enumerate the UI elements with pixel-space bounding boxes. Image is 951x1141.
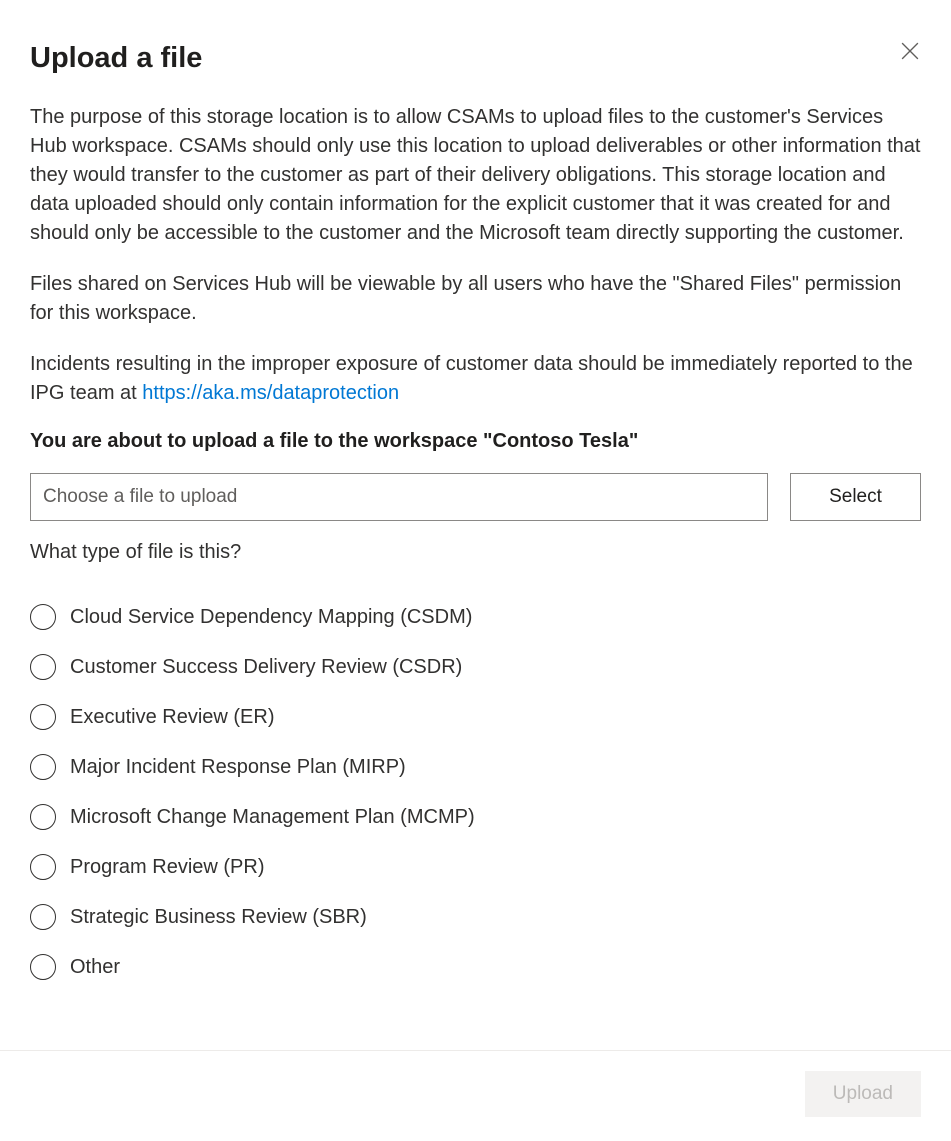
radio-label: Customer Success Delivery Review (CSDR) [70,656,462,679]
radio-icon [30,904,56,930]
radio-label: Program Review (PR) [70,856,264,879]
radio-label: Strategic Business Review (SBR) [70,906,367,929]
radio-label: Cloud Service Dependency Mapping (CSDM) [70,606,472,629]
radio-label: Microsoft Change Management Plan (MCMP) [70,806,475,829]
radio-icon [30,604,56,630]
file-type-question: What type of file is this? [30,541,921,564]
radio-icon [30,704,56,730]
radio-label: Executive Review (ER) [70,706,275,729]
file-path-input[interactable] [30,473,768,521]
file-type-option-er[interactable]: Executive Review (ER) [30,704,921,730]
file-type-option-pr[interactable]: Program Review (PR) [30,854,921,880]
upload-file-dialog: Upload a file The purpose of this storag… [0,0,951,980]
file-type-option-other[interactable]: Other [30,954,921,980]
radio-icon [30,854,56,880]
file-type-option-csdm[interactable]: Cloud Service Dependency Mapping (CSDM) [30,604,921,630]
description-paragraph-2: Files shared on Services Hub will be vie… [30,270,921,328]
data-protection-link[interactable]: https://aka.ms/dataprotection [142,382,399,404]
radio-label: Other [70,956,120,979]
description-paragraph-1: The purpose of this storage location is … [30,103,921,248]
close-icon [901,42,919,60]
select-file-button[interactable]: Select [790,473,921,521]
file-type-option-mcmp[interactable]: Microsoft Change Management Plan (MCMP) [30,804,921,830]
radio-icon [30,804,56,830]
file-type-option-sbr[interactable]: Strategic Business Review (SBR) [30,904,921,930]
radio-icon [30,954,56,980]
radio-label: Major Incident Response Plan (MIRP) [70,756,406,779]
dialog-title: Upload a file [30,42,921,75]
file-type-option-mirp[interactable]: Major Incident Response Plan (MIRP) [30,754,921,780]
radio-icon [30,754,56,780]
upload-button[interactable]: Upload [805,1071,921,1117]
description-paragraph-3: Incidents resulting in the improper expo… [30,350,921,408]
file-type-option-csdr[interactable]: Customer Success Delivery Review (CSDR) [30,654,921,680]
radio-icon [30,654,56,680]
close-button[interactable] [899,40,921,62]
dialog-footer: Upload [0,1050,951,1141]
workspace-heading: You are about to upload a file to the wo… [30,430,921,453]
file-type-radio-group: Cloud Service Dependency Mapping (CSDM) … [30,604,921,980]
file-select-row: Select [30,473,921,521]
